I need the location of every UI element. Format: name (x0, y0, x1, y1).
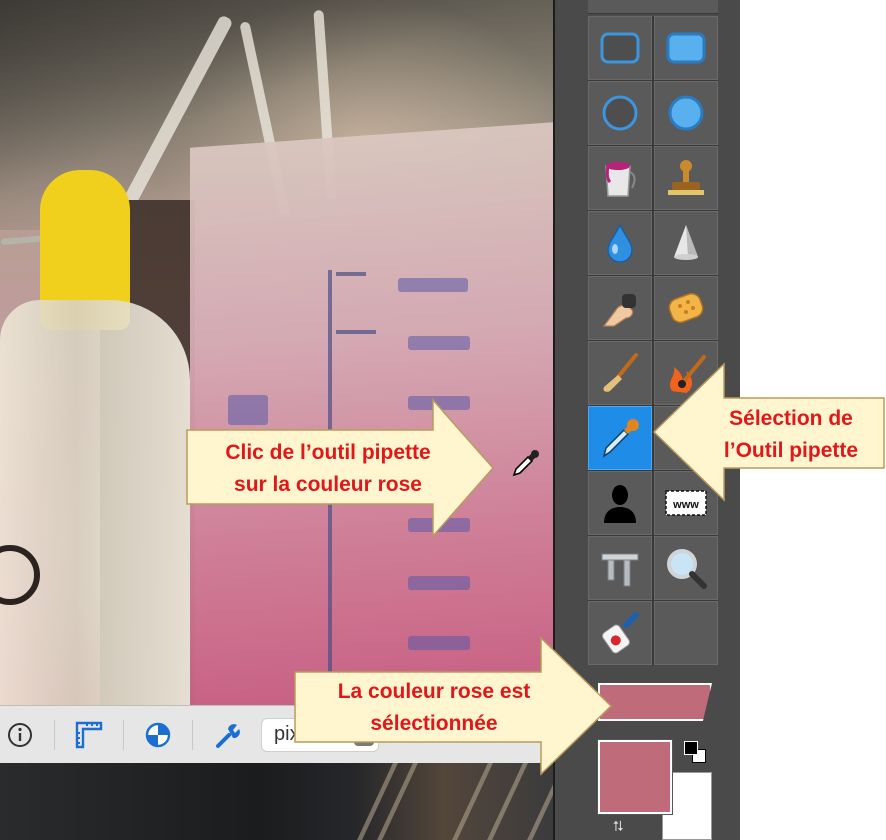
tool-blur-drop[interactable] (588, 211, 652, 275)
rulers-button[interactable] (71, 717, 107, 753)
tool-settings-button[interactable] (209, 717, 245, 753)
sponge-icon (668, 293, 704, 323)
tool-stamp[interactable] (654, 146, 718, 210)
rounded-rect-outline-icon (600, 32, 640, 64)
tool-sponge[interactable] (654, 276, 718, 340)
tool-rounded-rect-outline[interactable] (588, 16, 652, 80)
callout-line: l’Outil pipette (723, 439, 859, 462)
tool-ellipse-filled[interactable] (654, 81, 718, 145)
info-icon (8, 722, 32, 747)
callout-line: sur la couleur rose (234, 473, 422, 496)
tool-rounded-rect-filled[interactable] (654, 16, 718, 80)
photo-ruler-tick (336, 272, 366, 276)
eyedropper-icon (602, 419, 639, 458)
callout-line: La couleur rose est (337, 680, 531, 703)
divider (123, 719, 124, 750)
callout-tool-selection-text: Sélection de l’Outil pipette (706, 403, 876, 467)
tool-grid: www (588, 16, 718, 665)
selected-color-bar[interactable] (598, 683, 712, 721)
image-canvas[interactable] (0, 0, 553, 705)
caliper-icon (601, 553, 639, 587)
tool-empty-slot (654, 601, 718, 665)
tool-sharpen-cone[interactable] (654, 211, 718, 275)
tool-brush[interactable] (588, 341, 652, 405)
ellipse-outline-icon (602, 95, 638, 131)
tool-measure[interactable] (588, 536, 652, 600)
paint-bucket-icon (605, 162, 636, 197)
photo-print (408, 336, 470, 350)
cone-icon (674, 225, 698, 260)
swap-colors-icon[interactable]: ⮁ (612, 818, 623, 835)
eyedropper-cursor-icon (510, 447, 542, 484)
photo-print (398, 278, 468, 292)
water-drop-icon (607, 223, 633, 263)
photo-print (408, 576, 470, 590)
default-foreground-swatch[interactable] (684, 741, 698, 755)
wrench-icon (216, 723, 240, 748)
color-adjust-button[interactable] (140, 717, 176, 753)
photo-glass (0, 300, 190, 705)
tool-zoom[interactable] (654, 536, 718, 600)
callout-pipette-click-text: Clic de l’outil pipette sur la couleur r… (188, 437, 468, 501)
info-button[interactable] (2, 717, 38, 753)
color-wheel-icon (145, 722, 171, 747)
callout-color-selected-text: La couleur rose est sélectionnée (296, 676, 572, 740)
tool-eyedropper[interactable] (588, 406, 652, 470)
tool-ellipse-outline[interactable] (588, 81, 652, 145)
brush-icon (603, 353, 638, 392)
tool-silhouette[interactable] (588, 471, 652, 535)
ruler-icon (75, 721, 103, 748)
photo-ruler-tick (336, 330, 376, 334)
callout-line: Sélection de (729, 407, 853, 430)
tool-smudge[interactable] (588, 276, 652, 340)
stamp-icon (668, 160, 704, 195)
ellipse-filled-icon (668, 95, 704, 131)
callout-line: sélectionnée (370, 712, 498, 735)
tool-paint-bucket[interactable] (588, 146, 652, 210)
tools-panel-top-row (588, 0, 718, 14)
silhouette-icon (604, 485, 636, 523)
callout-line: Clic de l’outil pipette (225, 441, 431, 464)
magnifier-icon (667, 549, 707, 589)
divider (54, 719, 55, 750)
divider (192, 719, 193, 750)
smudge-finger-icon (602, 294, 636, 327)
rounded-rect-filled-icon (666, 32, 706, 64)
